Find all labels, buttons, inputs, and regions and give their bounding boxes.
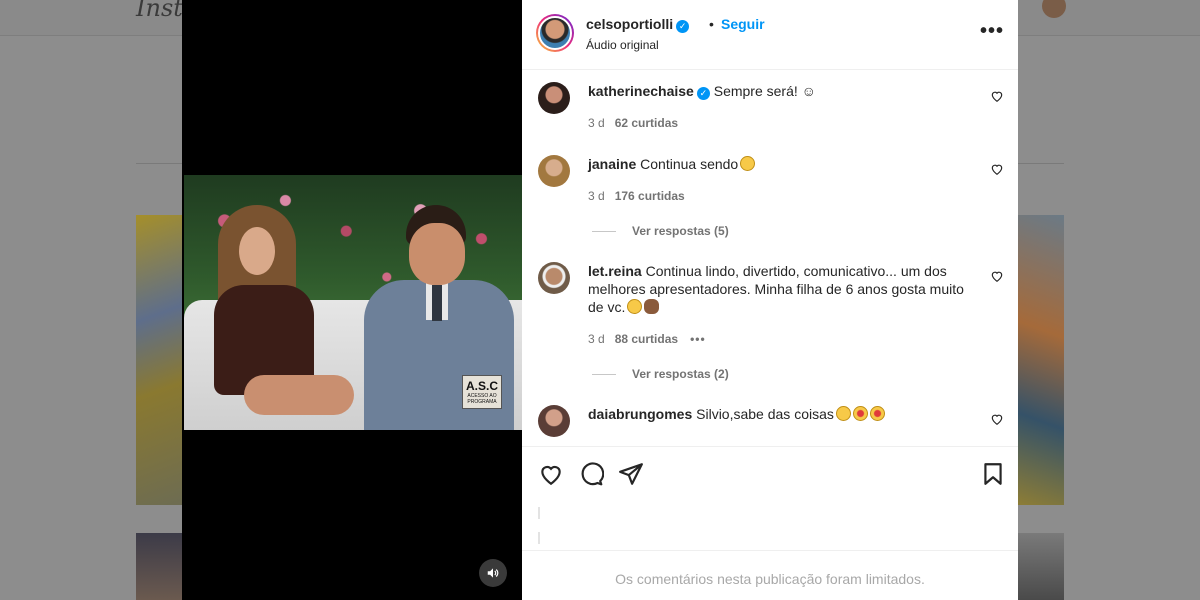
video-badge-subtitle: ACESSO AO PROGRAMA	[467, 393, 497, 405]
comment-content: Silvio,sabe das coisas	[696, 406, 834, 422]
comment-likes[interactable]: 62 curtidas	[615, 116, 678, 130]
comment-age[interactable]: 3 d	[588, 332, 605, 346]
commenter-avatar[interactable]	[538, 405, 570, 437]
comment-options-icon[interactable]: •••	[690, 332, 706, 346]
comment-bubble-icon[interactable]	[578, 461, 604, 487]
comment-age[interactable]: 3 d	[588, 116, 605, 130]
commenter-username[interactable]: let.reina	[588, 263, 642, 279]
comment-text: janaine Continua sendo	[588, 155, 968, 173]
commenter-username[interactable]: daiabrungomes	[588, 406, 692, 422]
commenter-username[interactable]: janaine	[588, 156, 636, 172]
like-heart-icon[interactable]	[538, 461, 564, 487]
comment-like-heart-icon[interactable]	[990, 269, 1004, 283]
comment-like-heart-icon[interactable]	[990, 89, 1004, 103]
background-post-thumbnail	[136, 533, 182, 600]
author-username[interactable]: celsoportiolli ✓	[586, 16, 690, 33]
comment-text: let.reina Continua lindo, divertido, com…	[588, 262, 968, 316]
video-person-woman-legs	[244, 375, 354, 415]
post-side-panel: celsoportiolli ✓ • Seguir Áudio original …	[522, 0, 1018, 600]
star-struck-emoji-icon	[852, 406, 868, 421]
video-person-man-tie	[432, 285, 442, 321]
commenter-username[interactable]: katherinechaise	[588, 83, 694, 99]
commenter-avatar[interactable]	[538, 155, 570, 187]
date-placeholder	[538, 532, 540, 544]
post-header: celsoportiolli ✓ • Seguir Áudio original …	[522, 0, 1018, 70]
post-modal: A.S.C ACESSO AO PROGRAMA celsoportiolli ✓…	[182, 0, 1018, 600]
background-post-thumbnail	[1018, 533, 1064, 600]
background-post-thumbnail	[1018, 215, 1064, 505]
post-actions-bar	[522, 446, 1018, 550]
comment-like-heart-icon[interactable]	[990, 162, 1004, 176]
video-person-man-face	[409, 223, 465, 285]
author-username-text[interactable]: celsoportiolli	[586, 16, 673, 32]
comment-like-heart-icon[interactable]	[990, 412, 1004, 426]
laughing-emoji-icon	[627, 299, 643, 314]
verified-badge-icon: ✓	[676, 20, 690, 33]
comment-content: Continua sendo	[640, 156, 739, 172]
comment-age[interactable]: 3 d	[588, 189, 605, 203]
comment-likes[interactable]: 88 curtidas	[615, 332, 678, 346]
comment-content: Sempre será! ☺	[713, 83, 816, 99]
comments-list[interactable]: katherinechaise ✓ Sempre será! ☺ 3 d 62 cu…	[522, 70, 1018, 446]
save-bookmark-icon[interactable]	[980, 461, 1006, 487]
view-replies-button[interactable]: Ver respostas (2)	[592, 367, 729, 381]
verified-badge-icon: ✓	[696, 87, 710, 100]
comment-meta: 3 d 62 curtidas	[588, 116, 678, 130]
comment-meta: 3 d 88 curtidas •••	[588, 332, 706, 346]
video-player[interactable]: A.S.C ACESSO AO PROGRAMA	[182, 0, 522, 600]
commenter-avatar[interactable]	[538, 82, 570, 114]
commenter-avatar[interactable]	[538, 262, 570, 294]
video-badge-title: A.S.C	[465, 379, 498, 393]
video-badge: A.S.C ACESSO AO PROGRAMA	[462, 375, 502, 409]
laughing-emoji-icon	[835, 406, 851, 421]
comment-text: daiabrungomes Silvio,sabe das coisas	[588, 405, 968, 423]
view-replies-button[interactable]: Ver respostas (5)	[592, 224, 729, 238]
video-person-woman-face	[239, 227, 275, 275]
background-divider	[1018, 163, 1064, 164]
comment-meta: 3 d 176 curtidas	[588, 189, 685, 203]
video-frame[interactable]: A.S.C ACESSO AO PROGRAMA	[184, 175, 522, 430]
header-separator: •	[709, 16, 714, 32]
follow-button[interactable]: Seguir	[721, 16, 765, 32]
author-avatar[interactable]	[536, 14, 574, 52]
audio-link[interactable]: Áudio original	[586, 38, 659, 52]
comments-limited-notice: Os comentários nesta publicação foram li…	[615, 571, 925, 587]
comment-text: katherinechaise ✓ Sempre será! ☺	[588, 82, 968, 100]
comment-likes[interactable]: 176 curtidas	[615, 189, 685, 203]
share-paper-plane-icon[interactable]	[618, 461, 644, 487]
likes-summary-placeholder	[538, 507, 540, 519]
volume-button[interactable]	[479, 559, 507, 587]
star-struck-emoji-icon	[869, 406, 885, 421]
smiling-emoji-icon	[740, 156, 756, 171]
background-divider	[136, 163, 182, 164]
more-options-icon[interactable]: •••	[980, 20, 1004, 43]
comments-limited-footer: Os comentários nesta publicação foram li…	[522, 550, 1018, 600]
background-post-thumbnail	[136, 215, 182, 505]
clapping-hands-emoji-icon	[644, 299, 660, 314]
speaker-icon	[487, 568, 499, 578]
